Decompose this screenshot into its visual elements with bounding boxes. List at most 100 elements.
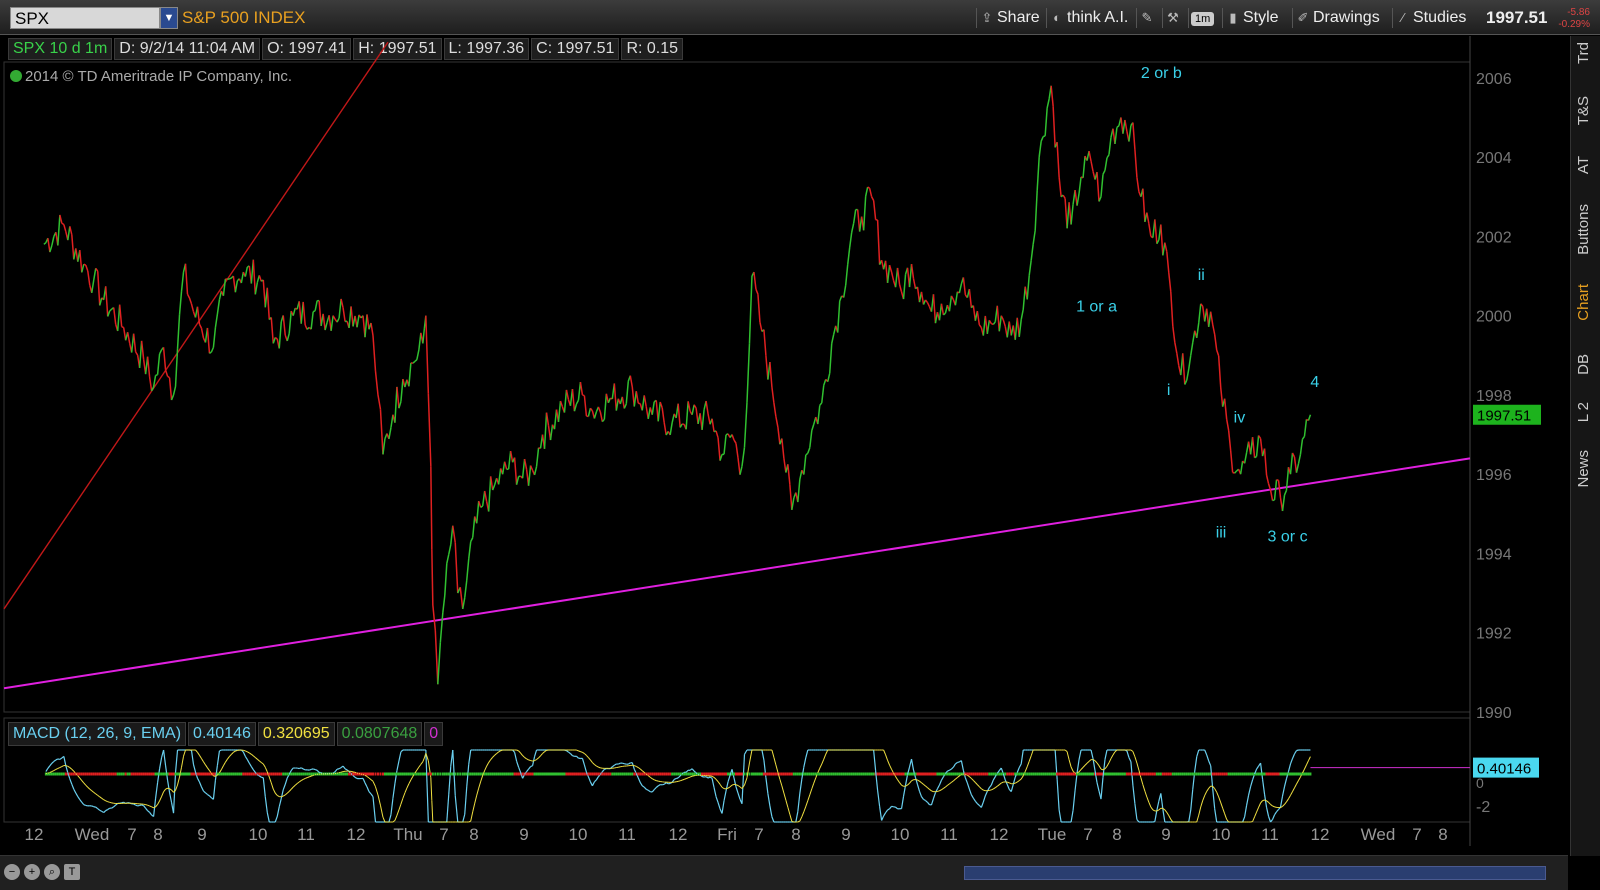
price-segment <box>515 458 517 485</box>
x-tick-label: 7 <box>1412 825 1421 844</box>
text-tool-icon[interactable]: T <box>64 864 80 880</box>
sidebar-tab-ts[interactable]: T&S <box>1575 96 1597 125</box>
price-segment <box>756 289 758 294</box>
macd-avg-segment <box>205 765 207 768</box>
macd-avg-segment <box>56 768 58 769</box>
macd-value-segment <box>134 804 136 805</box>
macd-diff-bar <box>457 773 459 776</box>
price-segment <box>80 250 82 272</box>
macd-diff-bar <box>57 773 59 776</box>
sidebar-tab-chart[interactable]: Chart <box>1575 284 1597 321</box>
price-segment <box>453 526 455 543</box>
price-segment <box>622 397 624 409</box>
macd-avg-segment <box>421 762 423 765</box>
macd-diff-bar <box>536 773 538 776</box>
macd-diff-bar <box>1084 773 1086 776</box>
macd-avg-segment <box>245 751 247 752</box>
macd-diff-bar <box>1186 773 1188 776</box>
macd-avg-segment <box>800 817 802 821</box>
macd-diff-bar <box>488 773 490 776</box>
macd-avg-segment <box>375 787 377 795</box>
sidebar-tab-db[interactable]: DB <box>1575 354 1597 375</box>
macd-value-segment <box>921 797 923 800</box>
macd-diff-bar <box>202 773 204 776</box>
macd-value-segment <box>712 778 714 787</box>
price-segment <box>812 424 814 430</box>
price-segment <box>888 265 890 283</box>
price-segment <box>1083 156 1085 178</box>
macd-diff-bar <box>1307 773 1309 776</box>
zoom-in-icon[interactable]: + <box>24 864 40 880</box>
price-segment <box>120 305 122 327</box>
macd-diff-bar <box>1228 773 1230 776</box>
macd-diff-bar <box>550 773 552 776</box>
macd-diff-bar <box>1309 773 1311 776</box>
macd-diff-bar <box>627 773 629 776</box>
macd-avg-segment <box>920 781 922 783</box>
price-segment <box>365 314 367 337</box>
macd-avg-segment <box>68 766 70 767</box>
macd-diff-bar <box>510 773 512 776</box>
macd-value-segment <box>584 765 586 772</box>
macd-value-segment <box>991 780 993 785</box>
macd-diff-bar <box>795 773 797 776</box>
macd-diff-bar <box>553 773 555 776</box>
macd-avg-segment <box>380 805 382 817</box>
price-segment <box>509 451 511 469</box>
macd-avg-segment <box>235 750 237 751</box>
macd-value-segment <box>160 758 162 769</box>
macd-diff-bar <box>561 773 563 776</box>
macd-diff-bar <box>837 773 839 776</box>
sidebar-tab-news[interactable]: News <box>1575 450 1597 488</box>
price-segment <box>604 394 606 419</box>
macd-diff-bar <box>1100 773 1102 776</box>
macd-diff-bar <box>1028 773 1030 776</box>
sidebar-tab-trd[interactable]: Trd <box>1575 42 1597 64</box>
price-segment <box>499 468 501 484</box>
price-segment <box>1271 490 1273 501</box>
macd-value-segment <box>706 777 708 778</box>
x-tick-label: 9 <box>519 825 528 844</box>
zoom-out-icon[interactable]: − <box>4 864 20 880</box>
macd-diff-bar <box>569 773 571 776</box>
macd-value-segment <box>108 808 110 809</box>
macd-avg-segment <box>692 776 694 777</box>
macd-value-segment <box>1017 768 1019 773</box>
macd-avg-segment <box>690 776 692 777</box>
macd-diff-bar <box>1072 773 1074 776</box>
macd-avg-segment <box>1201 801 1203 807</box>
macd-diff-bar <box>1120 773 1122 776</box>
macd-label[interactable]: MACD (12, 26, 9, EMA) <box>8 722 186 746</box>
macd-avg-segment <box>957 776 959 778</box>
macd-value-segment <box>708 777 710 778</box>
macd-avg-segment <box>62 766 64 767</box>
price-segment <box>371 323 373 335</box>
magnifier-icon[interactable]: ⌕ <box>44 864 60 880</box>
macd-diff-bar <box>1156 773 1158 776</box>
macd-diff-bar <box>861 773 863 776</box>
macd-avg-segment <box>1025 767 1027 772</box>
chart-scrollbar[interactable] <box>964 866 1546 880</box>
macd-diff-bar <box>468 773 470 776</box>
sidebar-tab-buttons[interactable]: Buttons <box>1575 204 1597 255</box>
macd-value-segment <box>1007 784 1009 789</box>
macd-value-segment <box>692 769 694 771</box>
macd-diff-bar <box>739 773 741 776</box>
macd-avg-segment <box>1261 801 1263 803</box>
macd-avg-segment <box>598 767 600 768</box>
macd-value-segment <box>596 777 598 780</box>
macd-diff-bar <box>372 773 374 776</box>
price-segment <box>1097 172 1099 201</box>
macd-value-segment <box>961 761 963 771</box>
wave-label: 4 <box>1310 374 1319 391</box>
macd-value-segment <box>170 792 172 802</box>
price-segment <box>373 335 375 371</box>
price-segment <box>92 280 94 293</box>
price-segment <box>479 501 481 507</box>
x-tick-label: 9 <box>1161 825 1170 844</box>
sidebar-tab-at[interactable]: AT <box>1575 156 1597 174</box>
macd-avg-segment <box>1290 792 1292 796</box>
sidebar-tab-l2[interactable]: L 2 <box>1575 402 1597 422</box>
macd-value-segment <box>716 797 718 803</box>
macd-value-segment <box>798 793 800 811</box>
